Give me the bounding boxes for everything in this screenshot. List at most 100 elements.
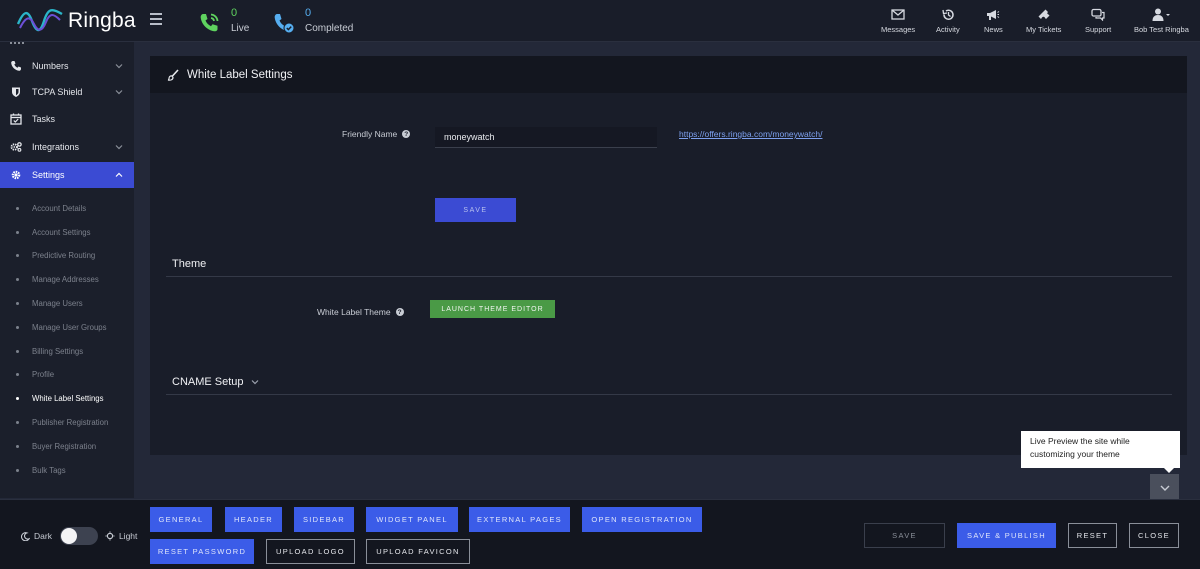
- tab-external-pages[interactable]: EXTERNAL PAGES: [469, 507, 570, 532]
- tab-widget-panel[interactable]: WIDGET PANEL: [366, 507, 458, 532]
- save-button[interactable]: SAVE: [864, 523, 945, 548]
- help-icon[interactable]: ?: [402, 130, 411, 138]
- completed-label: Completed: [305, 23, 354, 34]
- sidebar-subitem-white-label-settings[interactable]: White Label Settings: [0, 388, 134, 408]
- sidebar-subitem-manage-addresses[interactable]: Manage Addresses: [0, 269, 134, 289]
- tab-sidebar[interactable]: SIDEBAR: [294, 507, 354, 532]
- history-icon: [942, 9, 954, 20]
- sidebar-subitem-publisher-registration[interactable]: Publisher Registration: [0, 412, 134, 432]
- sidebar-subitem-manage-users[interactable]: Manage Users: [0, 293, 134, 313]
- close-button[interactable]: CLOSE: [1129, 523, 1179, 548]
- sidebar-subitem-buyer-registration[interactable]: Buyer Registration: [0, 436, 134, 456]
- theme-mode-switch[interactable]: [59, 527, 98, 545]
- chevron-up-icon: [115, 172, 123, 177]
- nav-activity[interactable]: Activity: [936, 8, 960, 34]
- calendar-check-icon: [10, 113, 22, 125]
- gear-icon: [11, 170, 21, 180]
- friendly-name-label-text: Friendly Name: [342, 129, 398, 139]
- sidebar-item-settings-label: Settings: [32, 170, 65, 180]
- dark-light-toggle[interactable]: Dark Light: [21, 527, 137, 545]
- live-calls-stat[interactable]: 0 Live: [197, 6, 249, 36]
- menu-toggle-icon[interactable]: [150, 13, 162, 27]
- theme-section-title: Theme: [172, 258, 207, 270]
- tab-reset-password[interactable]: RESET PASSWORD: [150, 539, 254, 564]
- nav-messages-label: Messages: [881, 25, 916, 34]
- sidebar-subitem-label: Publisher Registration: [32, 417, 109, 427]
- sidebar-item-integrations[interactable]: Integrations: [0, 134, 134, 160]
- nav-activity-label: Activity: [936, 25, 960, 34]
- sidebar-item-numbers-label: Numbers: [32, 61, 69, 71]
- sidebar-subitem-billing-settings[interactable]: Billing Settings: [0, 341, 134, 361]
- theme-editor-bar: Dark Light GENERAL HEADER SIDEBAR WIDGET…: [0, 499, 1200, 569]
- cname-setup-title: CNAME Setup: [172, 376, 244, 388]
- help-icon[interactable]: ?: [395, 308, 404, 316]
- upload-logo-button[interactable]: UPLOAD LOGO: [266, 539, 355, 564]
- sidebar-subitem-account-settings[interactable]: Account Settings: [0, 222, 134, 242]
- launch-theme-editor-button[interactable]: LAUNCH THEME EDITOR: [430, 300, 555, 318]
- sidebar-subitem-predictive-routing[interactable]: Predictive Routing: [0, 245, 134, 265]
- sidebar-subitem-manage-user-groups[interactable]: Manage User Groups: [0, 317, 134, 337]
- sidebar-item-tcpa-shield[interactable]: TCPA Shield: [0, 79, 134, 105]
- sidebar-subitem-label: Billing Settings: [32, 346, 84, 356]
- tab-header[interactable]: HEADER: [225, 507, 282, 532]
- nav-my-tickets[interactable]: My Tickets: [1026, 8, 1061, 34]
- white-label-url-link[interactable]: https://offers.ringba.com/moneywatch/: [679, 129, 822, 139]
- completed-calls-stat[interactable]: 0 Completed: [271, 6, 353, 36]
- panel-header: White Label Settings: [150, 56, 1187, 93]
- cogs-icon: [10, 142, 22, 152]
- phone-icon: [11, 61, 21, 71]
- megaphone-icon: [987, 10, 1000, 20]
- save-and-publish-button[interactable]: SAVE & PUBLISH: [957, 523, 1056, 548]
- envelope-icon: [891, 9, 905, 20]
- sidebar: Numbers TCPA Shield Tasks Integrations S…: [0, 42, 134, 498]
- nav-messages[interactable]: Messages: [881, 8, 915, 34]
- chevron-down-icon: [115, 90, 123, 95]
- sidebar-subitem-account-details[interactable]: Account Details: [0, 198, 134, 218]
- page-title: White Label Settings: [187, 68, 293, 81]
- live-label: Live: [231, 23, 250, 34]
- sidebar-item-integrations-label: Integrations: [32, 142, 80, 152]
- moon-icon: [21, 531, 30, 541]
- top-bar: Ringba 0 Live 0 Completed Messages Activ…: [0, 0, 1200, 42]
- ringba-logo[interactable]: Ringba: [16, 6, 136, 36]
- nav-news[interactable]: News: [984, 8, 1003, 34]
- divider: [166, 276, 1172, 277]
- sidebar-item-settings[interactable]: Settings: [0, 162, 134, 188]
- sidebar-subitem-label: Bulk Tags: [32, 465, 66, 475]
- divider: [166, 394, 1172, 395]
- sidebar-subitem-label: Account Settings: [32, 227, 91, 237]
- sidebar-item-numbers[interactable]: Numbers: [0, 53, 134, 79]
- live-preview-tooltip: Live Preview the site while customizing …: [1021, 431, 1180, 473]
- friendly-name-input[interactable]: [435, 127, 657, 148]
- sidebar-subitem-label: Account Details: [32, 203, 87, 213]
- shield-icon: [12, 87, 20, 97]
- sidebar-item-tasks-label: Tasks: [32, 114, 56, 124]
- sidebar-scroll-indicator: [10, 42, 24, 44]
- collapse-preview-button[interactable]: [1150, 474, 1179, 501]
- nav-support[interactable]: Support: [1085, 8, 1111, 34]
- user-menu[interactable]: Bob Test Ringba: [1134, 8, 1189, 34]
- sidebar-subitem-label: Buyer Registration: [32, 441, 97, 451]
- chevron-down-icon: [115, 145, 123, 150]
- tab-general[interactable]: GENERAL: [150, 507, 212, 532]
- reset-button[interactable]: RESET: [1068, 523, 1117, 548]
- upload-favicon-button[interactable]: UPLOAD FAVICON: [366, 539, 470, 564]
- nav-news-label: News: [984, 25, 1003, 34]
- chevron-down-icon: [251, 380, 258, 385]
- white-label-theme-label: White Label Theme ?: [317, 307, 404, 317]
- sidebar-subitem-label: Manage Addresses: [32, 274, 99, 284]
- white-label-theme-label-text: White Label Theme: [317, 307, 391, 317]
- tooltip-line-2: customizing your theme: [1030, 449, 1120, 459]
- phone-live-icon: [200, 13, 219, 32]
- tab-open-registration[interactable]: OPEN REGISTRATION: [582, 507, 702, 532]
- sidebar-subitem-bulk-tags[interactable]: Bulk Tags: [0, 460, 134, 480]
- cname-setup-toggle[interactable]: CNAME Setup: [172, 376, 260, 388]
- sidebar-item-tasks[interactable]: Tasks: [0, 106, 134, 132]
- sidebar-subitem-profile[interactable]: Profile: [0, 364, 134, 384]
- white-label-panel: White Label Settings Friendly Name ? htt…: [150, 56, 1187, 455]
- friendly-name-label: Friendly Name ?: [342, 129, 411, 139]
- nav-support-label: Support: [1085, 25, 1112, 34]
- sun-icon: [105, 531, 115, 541]
- ticket-icon: [1038, 9, 1050, 19]
- save-friendly-name-button[interactable]: SAVE: [435, 198, 516, 222]
